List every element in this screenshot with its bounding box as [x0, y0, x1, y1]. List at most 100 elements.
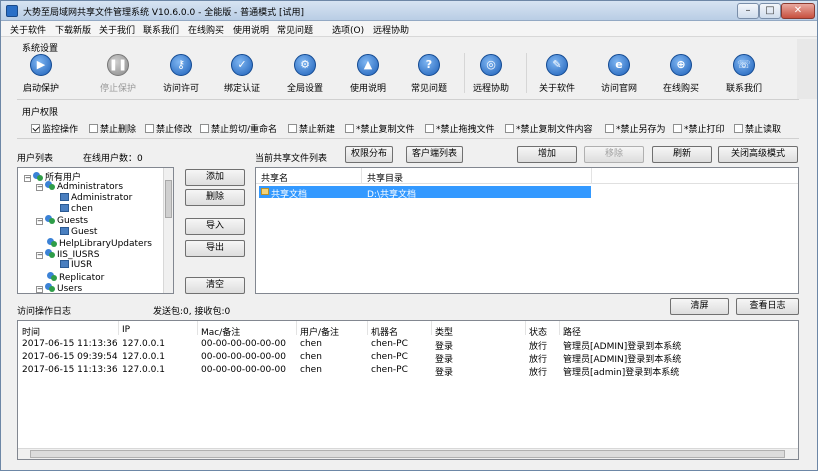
menu-buy[interactable]: 在线购买 [188, 23, 224, 36]
close-button[interactable]: ✕ [781, 3, 815, 19]
menu-about-us[interactable]: 关于我们 [99, 23, 135, 36]
toolbar-button[interactable]: ⚷ 访问许可 [153, 53, 209, 94]
tree-expander[interactable]: − [36, 252, 43, 260]
toolbar-button[interactable]: ☏ 联系我们 [716, 53, 772, 94]
checkbox-box[interactable] [145, 124, 154, 133]
log-column-divider[interactable] [525, 321, 526, 335]
tree-node[interactable]: IUSR [60, 260, 92, 270]
checkbox-box[interactable] [605, 124, 614, 133]
toolbar-button[interactable]: ⊕ 在线购买 [653, 53, 709, 94]
menu-download[interactable]: 下载新版 [55, 23, 91, 36]
log-column-header[interactable]: 用户/备注 [300, 325, 339, 338]
tree-node[interactable]: Guest [60, 226, 97, 237]
menu-remote[interactable]: 远程协助 [373, 23, 409, 36]
column-divider[interactable] [361, 168, 362, 184]
clear-users-button[interactable]: 清空 [185, 277, 245, 294]
toolbar-button[interactable]: ⚙ 全局设置 [277, 53, 333, 94]
tree-expander[interactable]: − [36, 218, 43, 226]
log-column-divider[interactable] [296, 321, 297, 335]
share-list[interactable]: 共享名 共享目录 共享文档 D:\共享文档 [255, 167, 799, 294]
permission-checkbox[interactable]: *禁止拖拽文件 [425, 122, 495, 135]
checkbox-box[interactable] [89, 124, 98, 133]
tree-expander[interactable]: − [36, 286, 43, 293]
toolbar-button[interactable]: e 访问官网 [591, 53, 647, 94]
log-horizontal-scrollbar[interactable] [18, 448, 798, 459]
remove-share-button[interactable]: 移除 [584, 146, 644, 163]
permission-checkbox[interactable]: *禁止另存为 [605, 122, 666, 135]
log-column-header[interactable]: 状态 [529, 325, 547, 338]
checkbox-box[interactable] [673, 124, 682, 133]
checkbox-box[interactable] [288, 124, 297, 133]
log-table[interactable]: 时间 IP Mac/备注 用户/备注 机器名 类型 状态 路径 2017-06-15 11:1… [17, 320, 799, 460]
toolbar-button[interactable]: ▶ 启动保护 [13, 53, 69, 94]
user-tree[interactable]: − 所有用户 − Administrators Administrator chen − Gu… [17, 167, 174, 294]
toolbar-button[interactable]: ◎ 远程协助 [463, 53, 519, 94]
perm-distribution-button[interactable]: 权限分布 [345, 146, 393, 163]
clear-log-button[interactable]: 清屏 [670, 298, 729, 315]
menu-faq[interactable]: 常见问题 [277, 23, 313, 36]
tree-node[interactable]: Administrator [60, 192, 132, 203]
tree-expander[interactable]: − [36, 184, 43, 192]
column-divider[interactable] [591, 168, 592, 184]
menu-contact[interactable]: 联系我们 [143, 23, 179, 36]
tree-node[interactable]: − Users [36, 283, 82, 293]
toolbar-button[interactable]: ▲ 使用说明 [340, 53, 396, 94]
client-list-button[interactable]: 客户端列表 [406, 146, 463, 163]
checkbox-box[interactable] [505, 124, 514, 133]
log-column-header[interactable]: 机器名 [371, 325, 398, 338]
toolbar-button[interactable]: ✎ 关于软件 [529, 53, 585, 94]
export-button[interactable]: 导出 [185, 240, 245, 257]
tree-node[interactable]: chen [60, 203, 93, 214]
log-column-header[interactable]: Mac/备注 [201, 325, 240, 338]
log-column-header[interactable]: 类型 [435, 325, 453, 338]
log-column-divider[interactable] [559, 321, 560, 335]
close-advanced-mode-button[interactable]: 关闭高级模式 [718, 146, 798, 163]
checkbox-box[interactable] [734, 124, 743, 133]
tree-scroll-thumb[interactable] [165, 180, 172, 218]
permission-checkbox[interactable]: 禁止修改 [145, 122, 192, 135]
toolbar-button[interactable]: ✓ 绑定认证 [214, 53, 270, 94]
checkbox-box[interactable] [345, 124, 354, 133]
log-column-header[interactable]: 路径 [563, 325, 581, 338]
toolbar-button[interactable]: ❚❚ 停止保护 [90, 53, 146, 94]
delete-user-button[interactable]: 删除 [185, 189, 245, 206]
tree-node[interactable]: − Guests [36, 215, 88, 226]
log-column-divider[interactable] [118, 321, 119, 335]
tree-expander[interactable]: − [24, 175, 31, 182]
permission-checkbox[interactable]: *禁止打印 [673, 122, 725, 135]
checkbox-box[interactable] [31, 124, 40, 133]
permission-checkbox[interactable]: *禁止复制文件 [345, 122, 415, 135]
menu-about-software[interactable]: 关于软件 [10, 23, 46, 36]
log-column-divider[interactable] [367, 321, 368, 335]
tree-node[interactable]: HelpLibraryUpdaters [36, 237, 152, 249]
permission-checkbox[interactable]: *禁止复制文件内容 [505, 122, 593, 135]
toolbar-button[interactable]: ? 常见问题 [401, 53, 457, 94]
minimize-button[interactable]: – [737, 3, 759, 19]
log-column-header[interactable]: 时间 [22, 325, 40, 338]
permission-checkbox[interactable]: 禁止读取 [734, 122, 781, 135]
permission-checkbox[interactable]: 禁止剪切/重命名 [200, 122, 277, 135]
maximize-button[interactable]: □ [759, 3, 781, 19]
menu-options[interactable]: 选项(O) [332, 23, 364, 36]
tree-node[interactable]: − Administrators [36, 181, 123, 192]
import-button[interactable]: 导入 [185, 218, 245, 235]
add-user-button[interactable]: 添加 [185, 169, 245, 186]
menu-manual[interactable]: 使用说明 [233, 23, 269, 36]
view-log-button[interactable]: 查看日志 [736, 298, 799, 315]
add-share-button[interactable]: 增加 [517, 146, 577, 163]
log-column-divider[interactable] [197, 321, 198, 335]
tree-scrollbar[interactable] [163, 168, 173, 293]
tree-node[interactable]: Replicator [36, 271, 104, 283]
checkbox-box[interactable] [200, 124, 209, 133]
column-share-path[interactable]: 共享目录 [367, 171, 403, 184]
permission-checkbox[interactable]: 监控操作 [31, 122, 78, 135]
column-share-name[interactable]: 共享名 [261, 171, 288, 184]
share-row[interactable]: 共享文档 D:\共享文档 [259, 186, 591, 200]
log-scroll-thumb[interactable] [30, 450, 785, 458]
tree-node[interactable]: − IIS_IUSRS [36, 249, 99, 260]
log-column-header[interactable]: IP [122, 325, 130, 335]
permission-checkbox[interactable]: 禁止新建 [288, 122, 335, 135]
checkbox-box[interactable] [425, 124, 434, 133]
refresh-button[interactable]: 刷新 [652, 146, 712, 163]
log-column-divider[interactable] [431, 321, 432, 335]
